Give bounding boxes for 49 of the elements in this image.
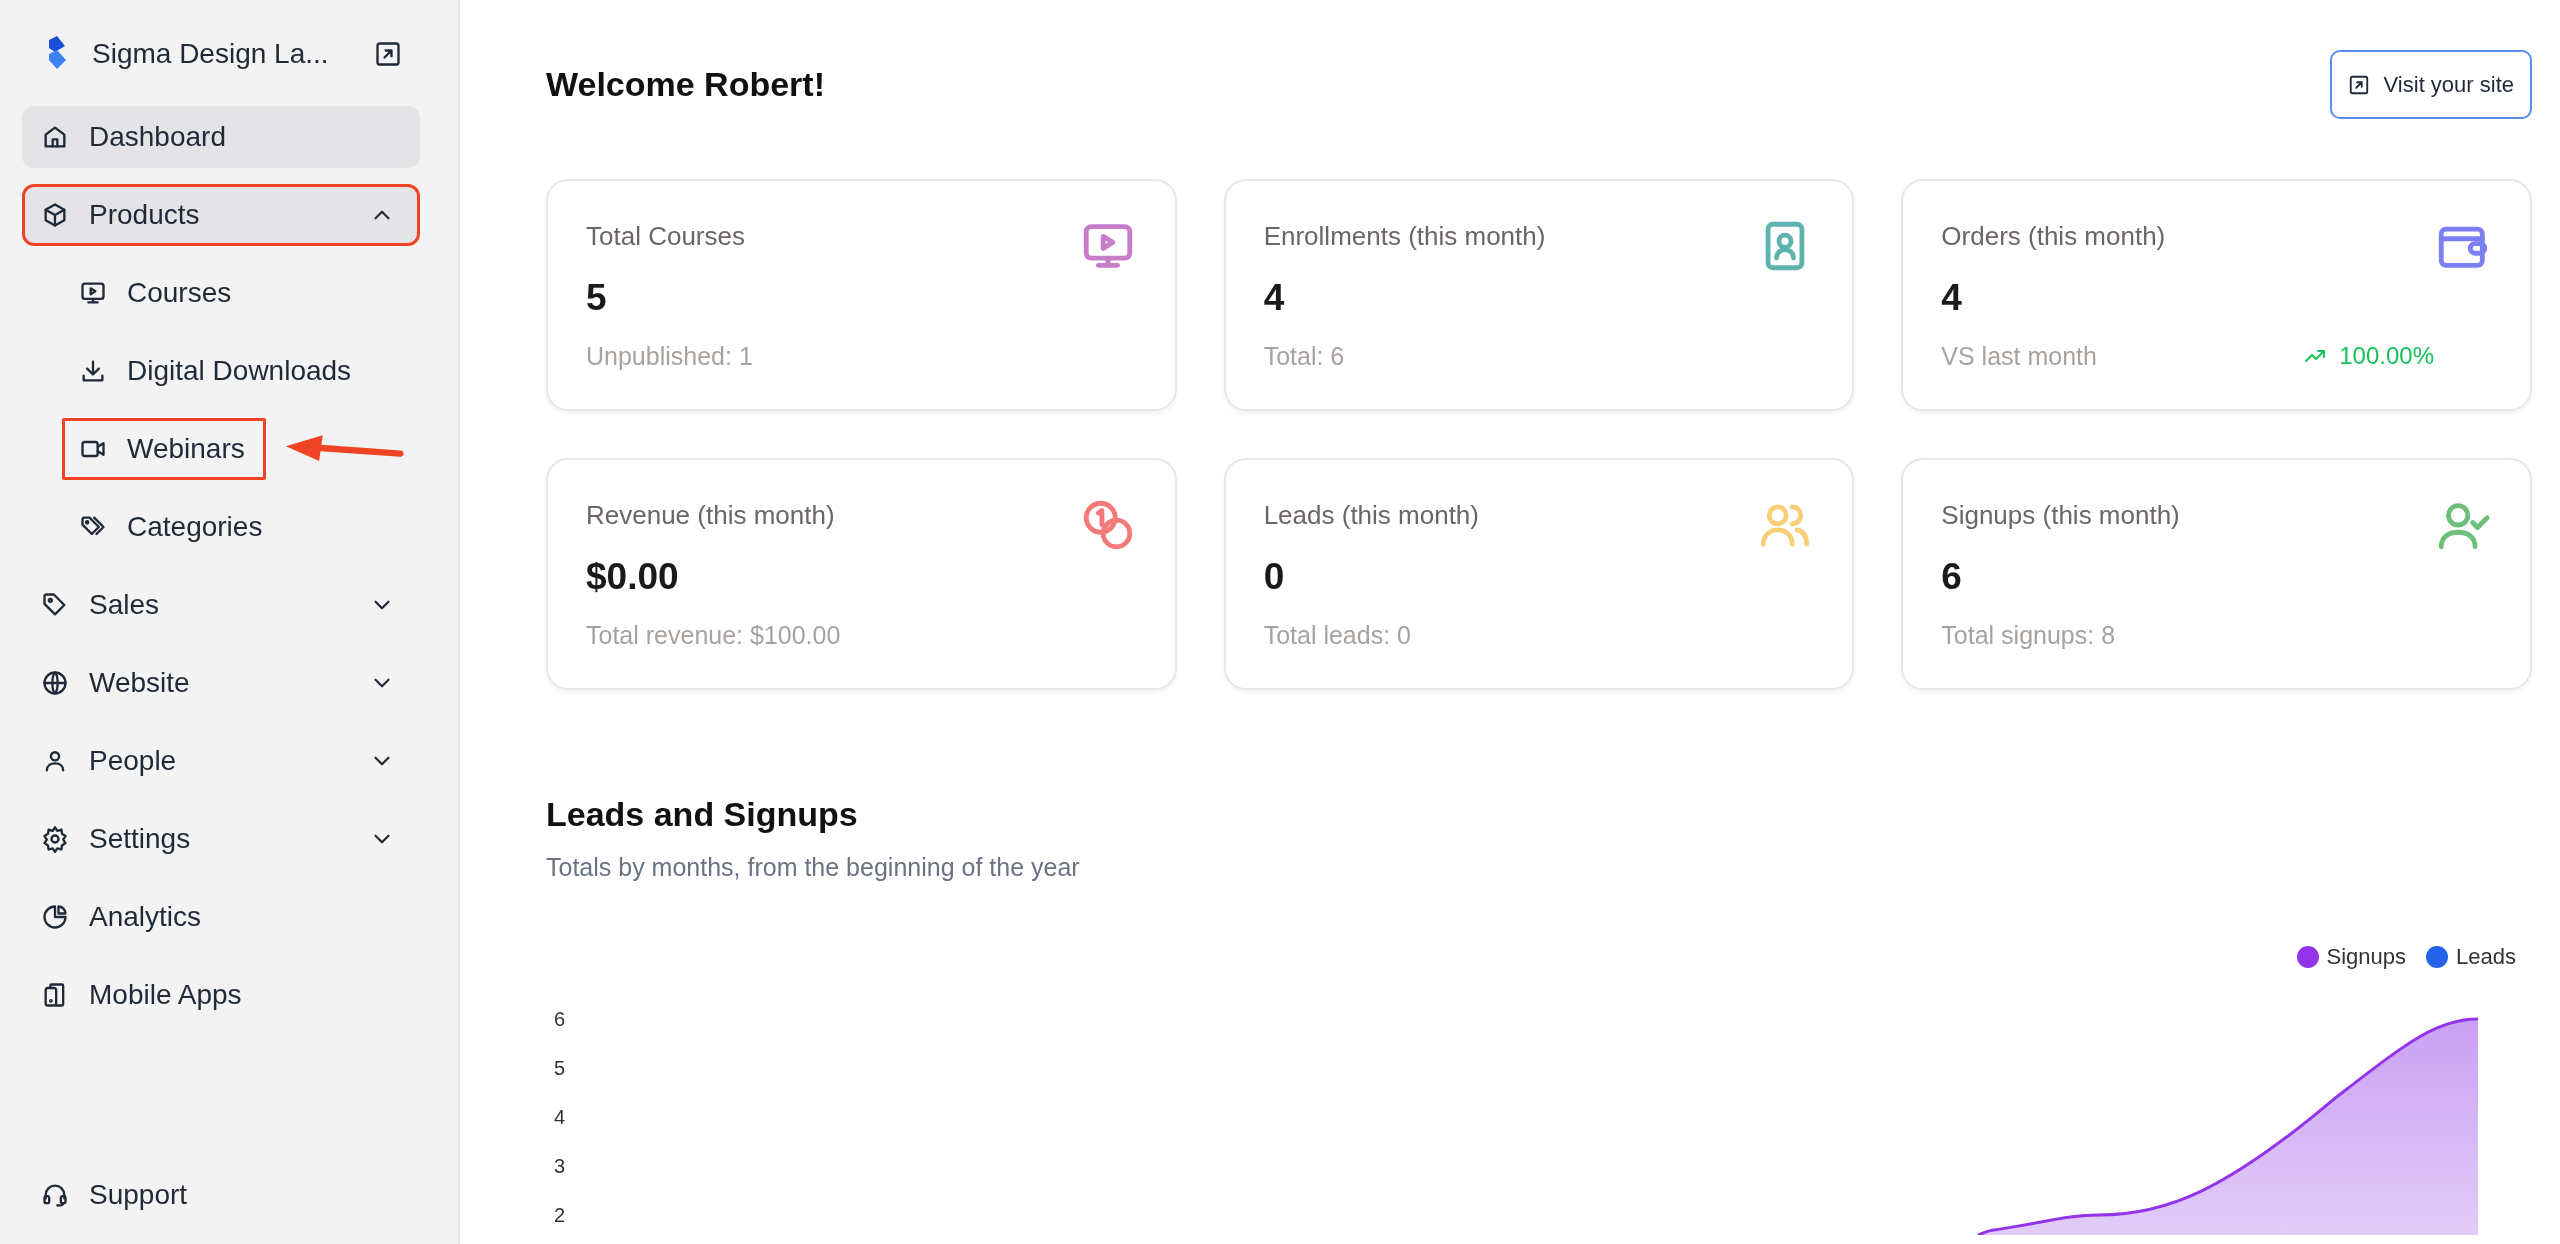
pie-chart-icon — [41, 903, 69, 931]
globe-icon — [41, 669, 69, 697]
stat-caption: Unpublished: 1 — [586, 340, 753, 372]
stat-caption: Total leads: 0 — [1263, 619, 1411, 651]
stat-caption: VS last month — [1941, 340, 2097, 372]
workspace-name: Sigma Design La... — [92, 37, 330, 71]
sidebar-item[interactable]: Mobile Apps — [22, 964, 420, 1026]
external-link-icon[interactable] — [374, 40, 402, 68]
settings-icon — [41, 825, 69, 853]
axis-tick-label: 3 — [554, 1155, 566, 1178]
stat-value: $0.00 — [586, 555, 680, 599]
sidebar-subitem[interactable]: Courses — [62, 262, 253, 324]
legend-item[interactable]: Signups — [2296, 940, 2407, 974]
stat-title: Orders (this month) — [1941, 220, 2167, 253]
sidebar-item[interactable]: People — [22, 730, 420, 792]
stat-caption: Total revenue: $100.00 — [586, 619, 841, 651]
sidebar-subitem[interactable]: Digital Downloads — [62, 340, 373, 402]
sidebar-subitem[interactable]: Webinars — [62, 418, 266, 480]
stat-caption: Total: 6 — [1263, 340, 1345, 372]
stat-value: 6 — [1941, 555, 1963, 599]
stat-caption: Total signups: 8 — [1941, 619, 2116, 651]
axis-tick-label: 5 — [554, 1057, 566, 1080]
legend-item[interactable]: Leads — [2426, 940, 2516, 974]
stat-title: Leads (this month) — [1263, 499, 1480, 532]
sidebar-item[interactable]: Sales — [22, 574, 420, 636]
axis-tick-label: 6 — [554, 1008, 566, 1031]
stat-title: Enrollments (this month) — [1263, 220, 1547, 253]
sidebar-item[interactable]: Website — [22, 652, 420, 714]
sidebar-item[interactable]: Settings — [22, 808, 420, 870]
sidebar-item[interactable]: Analytics — [22, 886, 420, 948]
support-link[interactable]: Support — [22, 1164, 420, 1226]
page-title: Welcome Robert! — [546, 64, 825, 105]
visit-site-button[interactable]: Visit your site — [2329, 50, 2532, 119]
stat-title: Revenue (this month) — [586, 499, 836, 532]
sidebar-subitem[interactable]: Categories — [62, 496, 284, 558]
sidebar-item[interactable]: Dashboard — [22, 106, 420, 168]
axis-tick-label: 2 — [554, 1204, 566, 1227]
section-title: Leads and Signups — [546, 794, 859, 835]
sidebar-item[interactable]: Products — [22, 184, 420, 246]
trend-value: 100.00% — [2301, 338, 2434, 375]
stat-value: 4 — [1941, 276, 1963, 320]
stat-title: Total Courses — [586, 220, 746, 253]
stat-value: 5 — [586, 276, 608, 320]
axis-tick-label: 4 — [554, 1106, 566, 1129]
stat-value: 0 — [1263, 555, 1286, 599]
stat-value: 4 — [1263, 276, 1286, 320]
section-subtitle: Totals by months, from the beginning of the year — [546, 851, 1081, 883]
external-link-icon — [2347, 73, 2370, 96]
stat-title: Signups (this month) — [1941, 499, 2181, 532]
